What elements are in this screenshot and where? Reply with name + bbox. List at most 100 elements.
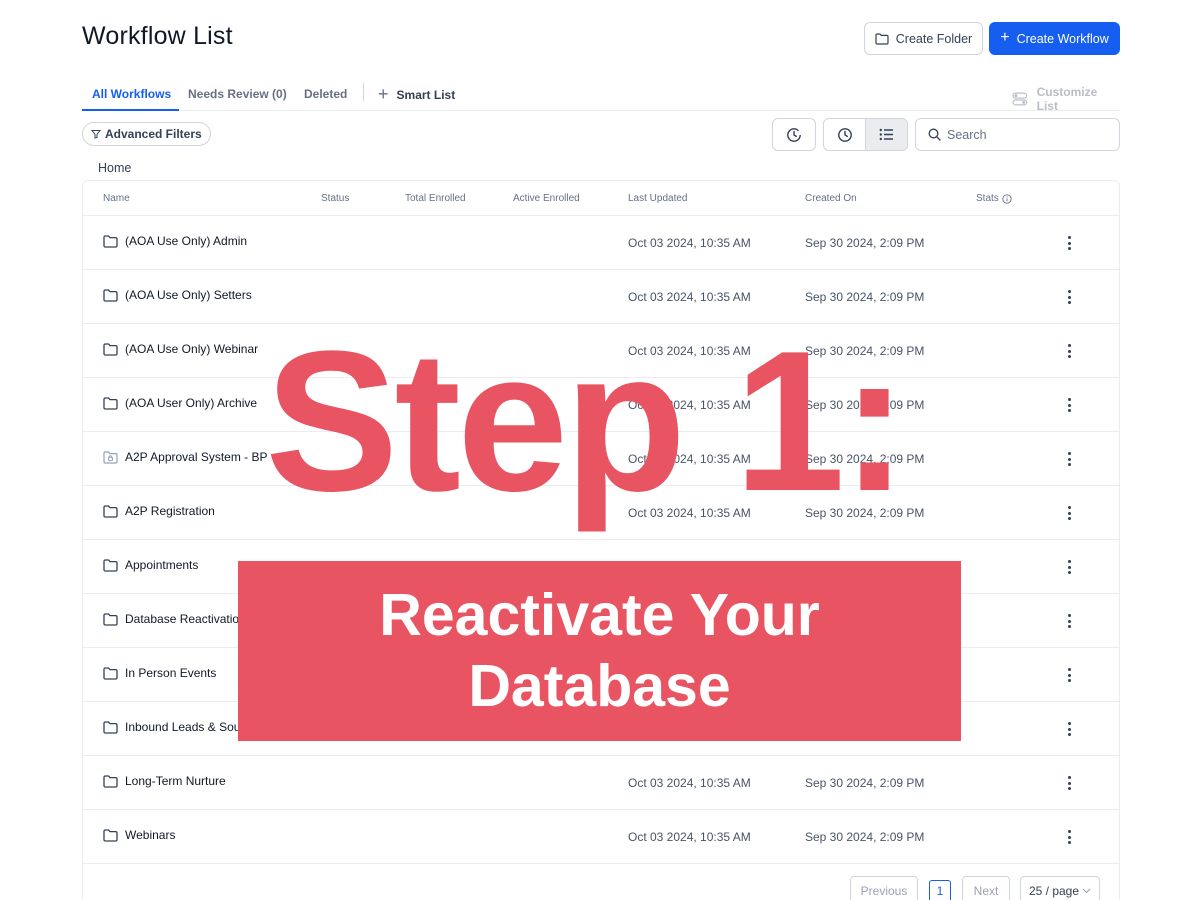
table-row[interactable]: Webinars Oct 03 2024, 10:35 AM Sep 30 2024… [83, 810, 1119, 864]
tab-deleted[interactable]: Deleted [304, 87, 347, 101]
customize-list-button[interactable]: Customize List [1012, 85, 1120, 113]
workflow-name-cell[interactable]: (AOA User Only) Archive [103, 396, 257, 410]
row-actions-menu-icon[interactable] [1065, 666, 1073, 684]
folder-icon [103, 234, 118, 248]
stats-header-label: Stats [976, 193, 999, 204]
step-subtitle: Reactivate Your Database [379, 582, 820, 719]
table-row[interactable]: (AOA Use Only) Admin Oct 03 2024, 10:35 A… [83, 216, 1119, 270]
table-header: Name Status Total Enrolled Active Enroll… [83, 181, 1119, 216]
filter-icon [91, 130, 101, 139]
folder-icon [103, 828, 118, 842]
step-banner: Reactivate Your Database [238, 561, 961, 741]
column-header-name[interactable]: Name [103, 193, 130, 204]
workflow-name-cell[interactable]: A2P Approval System - BP [103, 450, 268, 464]
previous-page-button[interactable]: Previous [850, 876, 918, 900]
search-icon [928, 128, 941, 141]
row-actions-menu-icon[interactable] [1065, 720, 1073, 738]
workflow-name: Appointments [125, 558, 199, 572]
table-row[interactable]: Long-Term Nurture Oct 03 2024, 10:35 AM Se… [83, 756, 1119, 810]
row-actions-menu-icon[interactable] [1065, 450, 1073, 468]
tab-all-workflows[interactable]: All Workflows [92, 87, 171, 101]
workflow-name: (AOA Use Only) Setters [125, 288, 252, 302]
toggle-settings-icon [1012, 92, 1028, 106]
search-box [915, 118, 1120, 151]
create-workflow-button[interactable]: + Create Workflow [989, 22, 1120, 55]
plus-icon: + [378, 84, 389, 104]
workflow-name: (AOA Use Only) Admin [125, 234, 248, 248]
view-toggle [823, 118, 908, 151]
workflow-name-cell[interactable]: Appointments [103, 558, 198, 572]
row-actions-menu-icon[interactable] [1065, 612, 1073, 630]
folder-icon [103, 342, 118, 356]
column-header-status[interactable]: Status [321, 193, 349, 204]
create-workflow-label: Create Workflow [1016, 31, 1109, 46]
workflow-name: Webinars [125, 828, 176, 842]
folder-icon [103, 720, 118, 734]
workflow-name-cell[interactable]: Long-Term Nurture [103, 774, 226, 788]
row-actions-menu-icon[interactable] [1065, 558, 1073, 576]
column-header-created-on[interactable]: Created On [805, 193, 857, 204]
create-folder-label: Create Folder [895, 31, 973, 46]
history-button[interactable] [772, 118, 816, 151]
search-input[interactable] [947, 127, 1107, 142]
recent-view-button[interactable] [824, 119, 865, 150]
create-folder-button[interactable]: Create Folder [864, 22, 983, 55]
workflow-tabs: All Workflows Needs Review (0) Deleted +… [82, 78, 1120, 113]
row-actions-menu-icon[interactable] [1065, 504, 1073, 522]
list-view-button[interactable] [865, 119, 907, 150]
tab-smart-list[interactable]: + Smart List [378, 84, 455, 105]
list-icon [879, 128, 893, 141]
tab-divider [363, 83, 364, 101]
workflow-name: Inbound Leads & Sou [125, 720, 241, 734]
column-header-last-updated[interactable]: Last Updated [628, 193, 688, 204]
created-on-cell: Sep 30 2024, 2:09 PM [805, 776, 925, 790]
step-title-overlay: Step 1: [265, 310, 908, 533]
page-size-select[interactable]: 25 / page [1020, 876, 1100, 900]
workflow-name: A2P Approval System - BP [125, 450, 268, 464]
workflow-name-cell[interactable]: A2P Registration [103, 504, 215, 518]
created-on-cell: Sep 30 2024, 2:09 PM [805, 236, 925, 250]
column-header-stats[interactable]: Stats [976, 193, 1012, 204]
locked-folder-icon [103, 450, 118, 464]
folder-icon [103, 396, 118, 410]
row-actions-menu-icon[interactable] [1065, 774, 1073, 792]
workflow-name-cell[interactable]: In Person Events [103, 666, 216, 680]
page-1-button[interactable]: 1 [929, 880, 951, 900]
row-actions-menu-icon[interactable] [1065, 342, 1073, 360]
row-actions-menu-icon[interactable] [1065, 288, 1073, 306]
history-icon [787, 127, 801, 142]
folder-icon [103, 774, 118, 788]
workflow-name: Database Reactivation [125, 612, 246, 626]
last-updated-cell: Oct 03 2024, 10:35 AM [628, 290, 751, 304]
row-actions-menu-icon[interactable] [1065, 234, 1073, 252]
created-on-cell: Sep 30 2024, 2:09 PM [805, 290, 925, 304]
workflow-name: (AOA User Only) Archive [125, 396, 258, 410]
column-header-active-enrolled[interactable]: Active Enrolled [513, 193, 580, 204]
workflow-name-cell[interactable]: (AOA Use Only) Setters [103, 288, 252, 302]
active-tab-indicator [82, 109, 179, 111]
folder-icon [103, 612, 118, 626]
workflow-name-cell[interactable]: Webinars [103, 828, 175, 842]
chevron-down-icon [1082, 888, 1091, 894]
workflow-name-cell[interactable]: (AOA Use Only) Webinar [103, 342, 258, 356]
last-updated-cell: Oct 03 2024, 10:35 AM [628, 776, 751, 790]
folder-icon [103, 666, 118, 680]
workflow-name-cell[interactable]: Inbound Leads & Sou [103, 720, 240, 734]
workflow-name-cell[interactable]: (AOA Use Only) Admin [103, 234, 247, 248]
plus-icon: + [1000, 28, 1010, 46]
workflow-name-cell[interactable]: Database Reactivation [103, 612, 246, 626]
page-title: Workflow List [82, 22, 233, 50]
workflow-table: Name Status Total Enrolled Active Enroll… [82, 180, 1120, 900]
tab-needs-review[interactable]: Needs Review (0) [188, 87, 287, 101]
last-updated-cell: Oct 03 2024, 10:35 AM [628, 830, 751, 844]
info-icon [1002, 193, 1012, 204]
column-header-total-enrolled[interactable]: Total Enrolled [405, 193, 466, 204]
advanced-filters-button[interactable]: Advanced Filters [82, 122, 211, 146]
breadcrumb[interactable]: Home [98, 161, 131, 175]
folder-icon [103, 288, 118, 302]
next-page-button[interactable]: Next [962, 876, 1010, 900]
row-actions-menu-icon[interactable] [1065, 396, 1073, 414]
row-actions-menu-icon[interactable] [1065, 828, 1073, 846]
advanced-filters-label: Advanced Filters [105, 127, 202, 141]
folder-icon [103, 558, 118, 572]
